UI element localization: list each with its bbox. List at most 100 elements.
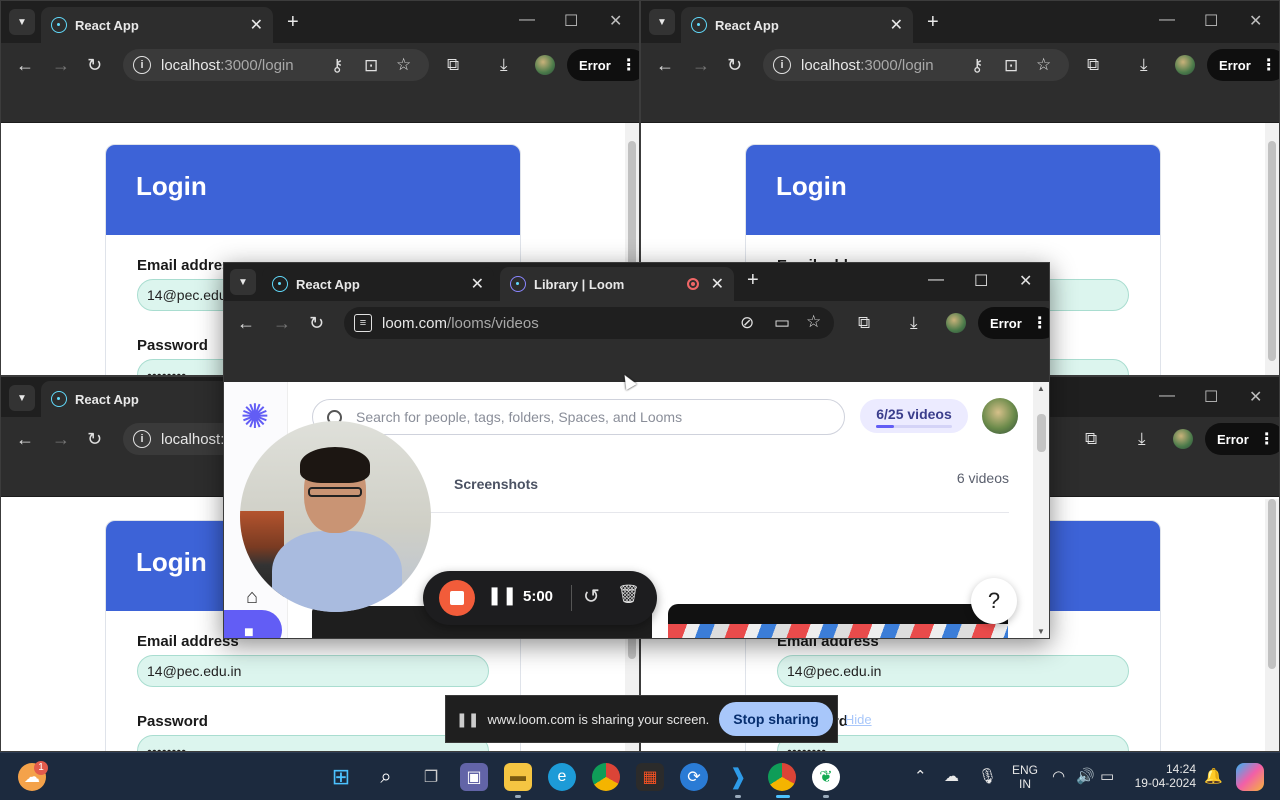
vscode-icon[interactable]: ❱ [724, 763, 752, 791]
reload-button[interactable]: ↻ [727, 56, 742, 74]
camera-bubble[interactable] [240, 421, 431, 612]
site-settings-icon[interactable]: ≡ [354, 314, 372, 332]
email-field[interactable]: 14@pec.edu.in [137, 655, 489, 687]
address-bar[interactable]: i localhost:3000/login ⚷ ⊡ ☆ [763, 49, 1069, 81]
close-window-button[interactable]: ✕ [1249, 387, 1262, 407]
minimize-button[interactable]: — [1159, 387, 1175, 405]
back-button[interactable]: ← [16, 56, 34, 74]
clock[interactable]: 14:24 19-04-2024 [1134, 762, 1196, 790]
minimize-button[interactable]: — [1159, 11, 1175, 29]
user-avatar[interactable] [982, 398, 1018, 434]
maximize-button[interactable]: ☐ [1204, 11, 1218, 31]
maximize-button[interactable]: ☐ [1204, 387, 1218, 407]
video-camera-icon[interactable]: ▭ [774, 313, 790, 333]
forward-button[interactable]: → [692, 56, 710, 74]
notifications-bell-icon[interactable]: 🔔 [1204, 767, 1223, 785]
install-app-icon[interactable]: ⊡ [1004, 56, 1018, 76]
back-button[interactable]: ← [656, 56, 674, 74]
back-button[interactable]: ← [237, 314, 255, 332]
record-button[interactable]: ■ [224, 610, 282, 638]
forward-button[interactable]: → [52, 430, 70, 448]
extensions-icon[interactable]: ⧉ [1087, 55, 1099, 75]
profile-avatar[interactable] [946, 313, 966, 333]
close-tab-icon[interactable]: ✕ [711, 274, 724, 294]
search-icon[interactable]: ⌕ [372, 763, 400, 791]
email-field[interactable]: 14@pec.edu.in [777, 655, 1129, 687]
video-thumbnail[interactable] [668, 604, 1008, 638]
address-bar[interactable]: i localhost:3000/login ⚷ ⊡ ☆ [123, 49, 429, 81]
edge-icon[interactable]: e [548, 763, 576, 791]
wifi-icon[interactable]: ◠ [1052, 767, 1065, 785]
error-menu-button[interactable]: Error ⋮ [1207, 49, 1279, 81]
profile-avatar[interactable] [1173, 429, 1193, 449]
restart-icon[interactable]: ↺ [583, 584, 600, 609]
forward-button[interactable]: → [52, 56, 70, 74]
error-menu-button[interactable]: Error ⋮ [1205, 423, 1279, 455]
install-app-icon[interactable]: ⊡ [364, 56, 378, 76]
scrollbar-thumb[interactable] [1037, 414, 1046, 452]
profile-avatar[interactable] [535, 55, 555, 75]
tab-react-app[interactable]: React App ✕ [681, 7, 913, 43]
bookmark-star-icon[interactable]: ☆ [806, 312, 821, 332]
new-tab-button[interactable]: + [287, 11, 299, 34]
extensions-icon[interactable]: ⧉ [858, 313, 870, 333]
maximize-button[interactable]: ☐ [564, 11, 578, 31]
maximize-button[interactable]: ☐ [974, 271, 988, 291]
onedrive-icon[interactable]: ☁ [944, 767, 959, 785]
page-scrollbar[interactable] [1265, 123, 1279, 375]
camera-off-icon[interactable]: ⊘ [740, 313, 754, 333]
password-key-icon[interactable]: ⚷ [331, 56, 343, 76]
bookmark-star-icon[interactable]: ☆ [1036, 55, 1051, 75]
close-tab-icon[interactable]: ✕ [890, 15, 903, 35]
close-tab-icon[interactable]: ✕ [250, 15, 263, 35]
tab-screenshots[interactable]: Screenshots [454, 476, 538, 492]
teams-icon[interactable]: ▣ [460, 763, 488, 791]
loom-logo-icon[interactable]: ✺ [238, 400, 272, 434]
page-scrollbar[interactable] [1265, 499, 1279, 751]
scroll-up-icon[interactable]: ▲ [1037, 384, 1045, 393]
tab-search-button[interactable]: ▼ [230, 269, 256, 295]
close-window-button[interactable]: ✕ [1019, 271, 1032, 291]
downloads-icon[interactable]: ⤓ [910, 313, 918, 333]
downloads-icon[interactable]: ⤓ [1140, 55, 1148, 75]
page-scrollbar[interactable]: ▲ ▼ [1033, 382, 1049, 638]
copilot-icon[interactable] [1236, 763, 1264, 791]
chrome-active-icon[interactable] [768, 763, 796, 791]
extensions-icon[interactable]: ⧉ [447, 55, 459, 75]
scroll-down-icon[interactable]: ▼ [1037, 627, 1045, 636]
battery-icon[interactable]: ▭ [1100, 767, 1114, 785]
tab-loom-library[interactable]: Library | Loom ✕ [500, 267, 734, 301]
mongodb-icon[interactable]: ❦ [812, 763, 840, 791]
reload-button[interactable]: ↻ [309, 314, 324, 332]
hide-link[interactable]: Hide [845, 712, 872, 727]
help-button[interactable]: ? [971, 578, 1017, 624]
back-button[interactable]: ← [16, 430, 34, 448]
store-icon[interactable]: ▦ [636, 763, 664, 791]
downloads-icon[interactable]: ⤓ [1138, 429, 1146, 449]
file-explorer-icon[interactable]: ▬ [504, 763, 532, 791]
close-tab-icon[interactable]: ✕ [471, 274, 484, 294]
new-tab-button[interactable]: + [747, 269, 759, 292]
language-indicator[interactable]: ENG IN [1012, 763, 1038, 791]
error-menu-button[interactable]: Error ⋮ [567, 49, 639, 81]
password-field[interactable]: •••••••• [137, 735, 489, 751]
stop-sharing-button[interactable]: Stop sharing [719, 702, 833, 736]
site-info-icon[interactable]: i [133, 430, 151, 448]
site-info-icon[interactable]: i [133, 56, 151, 74]
minimize-button[interactable]: — [519, 11, 535, 29]
tab-search-button[interactable]: ▼ [9, 385, 35, 411]
new-tab-button[interactable]: + [927, 11, 939, 34]
close-window-button[interactable]: ✕ [609, 11, 622, 31]
pause-button[interactable]: ❚❚ [487, 585, 517, 606]
task-view-icon[interactable]: ❐ [417, 763, 445, 791]
tab-react-app[interactable]: React App ✕ [41, 7, 273, 43]
video-count-badge[interactable]: 6/25 videos [860, 399, 968, 433]
stop-recording-button[interactable] [439, 580, 475, 616]
bookmark-star-icon[interactable]: ☆ [396, 55, 411, 75]
reload-button[interactable]: ↻ [87, 56, 102, 74]
password-key-icon[interactable]: ⚷ [971, 56, 983, 76]
reload-button[interactable]: ↻ [87, 430, 102, 448]
error-menu-button[interactable]: Error ⋮ [978, 307, 1049, 339]
scrollbar-thumb[interactable] [1268, 499, 1276, 669]
address-bar[interactable]: ≡ loom.com/looms/videos ⊘ ▭ ☆ [344, 307, 834, 339]
